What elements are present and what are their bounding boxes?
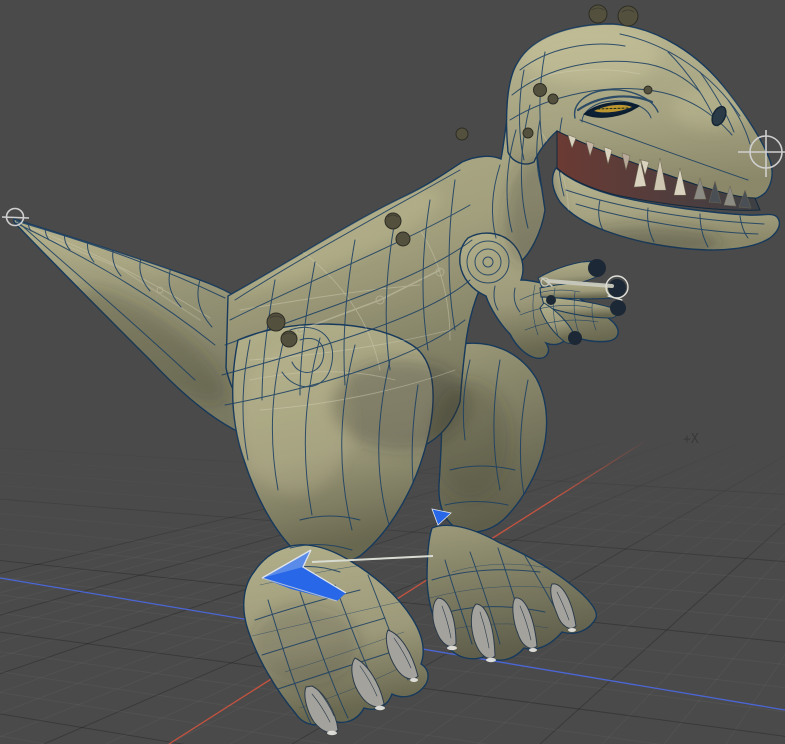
scene-geometry (568, 628, 576, 632)
scene-geometry (534, 84, 547, 97)
scene-geometry (546, 295, 556, 305)
scene-geometry (456, 128, 468, 140)
scene-geometry (523, 128, 533, 138)
scene-geometry (281, 331, 297, 347)
scene-geometry (548, 94, 558, 104)
viewport-canvas[interactable]: +X (0, 0, 785, 744)
scene-geometry (2, 217, 29, 218)
scene-geometry (588, 259, 606, 277)
scene-geometry (375, 706, 385, 710)
scene-geometry (644, 86, 652, 94)
scene-geometry (608, 279, 626, 297)
scene-geometry (618, 6, 638, 26)
scene-geometry (430, 380, 510, 500)
x-axis-label: +X (683, 432, 699, 447)
scene-geometry (529, 648, 537, 652)
scene-geometry (385, 213, 401, 229)
3d-viewport[interactable]: +X (0, 0, 785, 744)
scene-geometry (610, 300, 626, 316)
scene-geometry (410, 678, 418, 682)
scene-geometry (447, 646, 457, 650)
scene-geometry (327, 731, 337, 735)
scene-geometry (396, 232, 410, 246)
scene-geometry (486, 658, 496, 662)
scene-geometry (568, 331, 582, 345)
